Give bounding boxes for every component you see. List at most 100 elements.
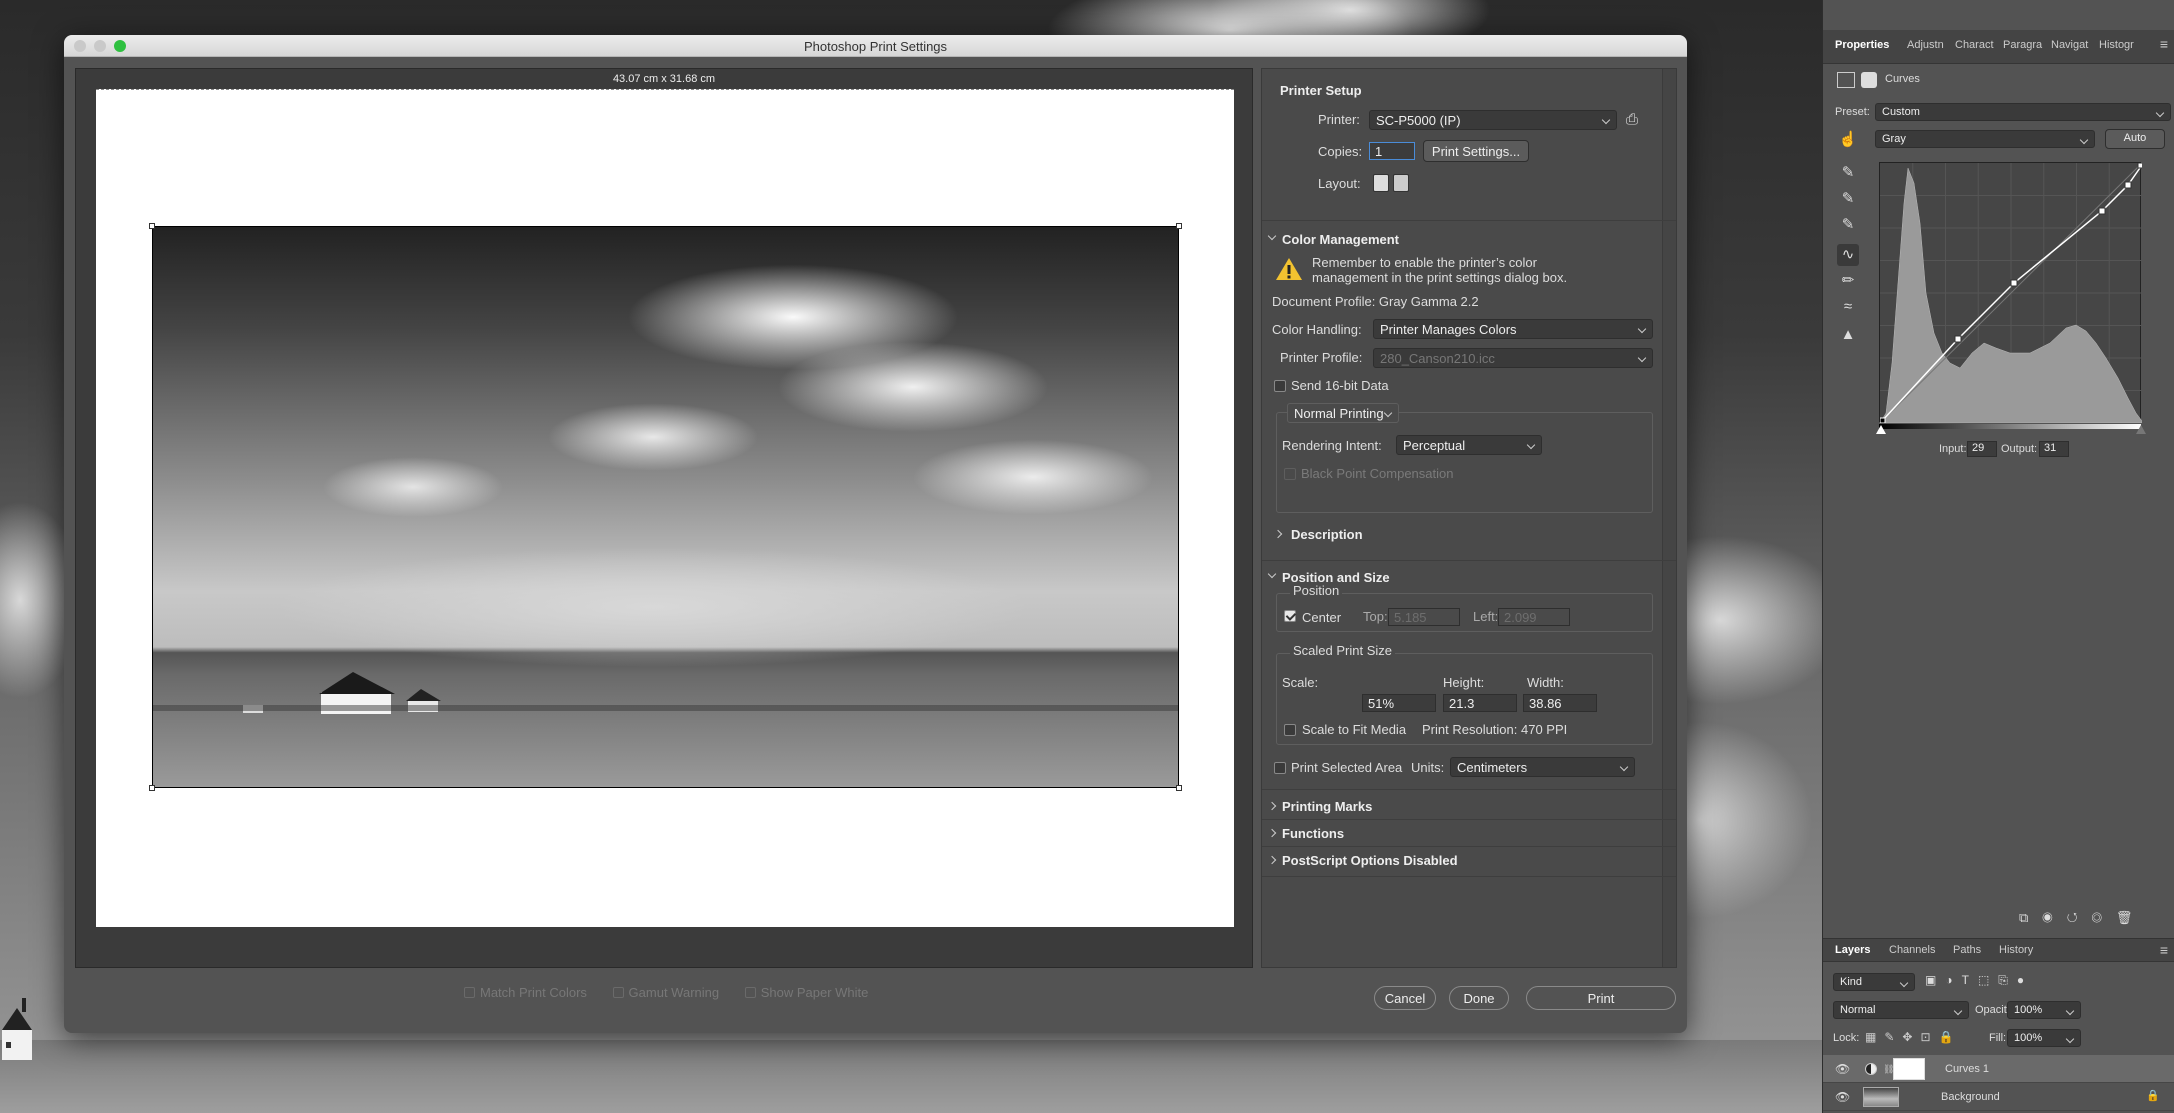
tab-character[interactable]: Charact [1955,39,1994,51]
panel-menu-icon[interactable]: ≡ [2160,36,2168,52]
visibility-icon[interactable]: ◎ [2092,910,2116,925]
clip-to-layer-icon[interactable]: ⧉ [2019,910,2042,925]
layer-visibility-eye-icon[interactable]: 👁 [1835,1062,1850,1076]
filter-type-icon[interactable]: T [1962,973,1978,987]
match-print-colors-checkbox[interactable] [464,987,475,998]
functions-heading[interactable]: Functions [1282,826,1344,841]
width-field[interactable]: 38.86 [1523,694,1597,712]
height-field[interactable]: 21.3 [1443,694,1517,712]
fill-field[interactable]: 100% [2007,1029,2081,1047]
tab-channels[interactable]: Channels [1889,944,1935,956]
gray-point-eyedropper-icon[interactable]: ✎ [1837,188,1859,210]
targeted-adjustment-icon[interactable]: ☝ [1837,129,1859,151]
lock-image-icon[interactable]: ✎ [1884,1030,1902,1044]
resize-handle-top-left[interactable] [149,223,155,229]
filter-pixel-icon[interactable]: ▣ [1925,973,1945,987]
tab-navigator[interactable]: Navigat [2051,39,2088,51]
lock-transparent-icon[interactable]: ▦ [1865,1030,1884,1044]
show-paper-white-option[interactable]: Show Paper White [744,985,868,1000]
layer-thumbnail[interactable] [1863,1087,1899,1107]
landscape-layout-icon[interactable] [1393,174,1409,192]
rendering-intent-select[interactable]: Perceptual [1396,435,1542,455]
tab-properties[interactable]: Properties [1835,39,1889,51]
send-16bit-checkbox[interactable] [1274,380,1286,392]
tab-adjustments[interactable]: Adjustn [1907,39,1944,51]
chevron-down-icon[interactable] [1267,231,1277,241]
panel-menu-icon[interactable]: ≡ [2160,942,2168,958]
blend-mode-select[interactable]: Normal [1833,1001,1969,1019]
description-heading[interactable]: Description [1291,527,1363,542]
tab-paragraph[interactable]: Paragra [2003,39,2042,51]
layer-row[interactable]: 👁 Background 🔒 [1823,1083,2174,1111]
layer-row[interactable]: 👁 ⛓ Curves 1 [1823,1055,2174,1083]
preview-image[interactable] [152,226,1179,788]
postscript-options-heading[interactable]: PostScript Options Disabled [1282,853,1458,868]
add-printer-icon[interactable]: ⎙ [1626,111,1646,129]
filter-shape-icon[interactable]: ⬚ [1978,973,1998,987]
printer-select[interactable]: SC-P5000 (IP) [1369,110,1617,130]
white-point-eyedropper-icon[interactable]: ✎ [1837,214,1859,236]
curves-graph[interactable] [1879,162,2144,424]
smooth-curve-icon[interactable]: ≈ [1837,296,1859,318]
layer-mask-thumbnail[interactable] [1893,1058,1925,1080]
lock-all-icon[interactable]: 🔒 [1939,1030,1962,1044]
gamut-warning-checkbox[interactable] [612,987,624,998]
color-handling-select[interactable]: Printer Manages Colors [1373,319,1653,339]
center-checkbox[interactable] [1284,610,1296,622]
clipping-warning-icon[interactable]: ▲ [1837,324,1859,346]
curve-point-tool-icon[interactable]: ∿ [1837,244,1859,266]
channel-select[interactable]: Gray [1875,130,2095,148]
output-field[interactable]: 31 [2039,441,2069,457]
opacity-field[interactable]: 100% [2007,1001,2081,1019]
print-selected-area-checkbox[interactable] [1274,762,1286,774]
portrait-layout-icon[interactable] [1373,174,1389,192]
layer-filter-select[interactable]: Kind [1833,973,1915,991]
scale-to-fit-checkbox[interactable] [1284,724,1296,736]
chevron-right-icon[interactable] [1267,828,1277,838]
units-select[interactable]: Centimeters [1450,757,1635,777]
layer-name[interactable]: Curves 1 [1945,1063,1989,1075]
filter-toggle-icon[interactable]: ● [2017,973,2033,987]
chevron-right-icon[interactable] [1273,529,1283,539]
preset-select[interactable]: Custom [1875,103,2171,121]
view-previous-icon[interactable]: ◉ [2042,910,2066,925]
scale-field[interactable]: 51% [1362,694,1436,712]
chevron-right-icon[interactable] [1267,855,1277,865]
print-button[interactable]: Print [1526,986,1676,1010]
show-paper-white-checkbox[interactable] [744,987,756,998]
lock-artboard-icon[interactable]: ⊡ [1920,1030,1938,1044]
filter-adjustment-icon[interactable]: ◑ [1945,973,1961,987]
copies-field[interactable]: 1 [1369,142,1415,160]
pencil-draw-icon[interactable]: ✏ [1837,270,1859,292]
lock-position-icon[interactable]: ✥ [1902,1030,1920,1044]
done-button[interactable]: Done [1449,986,1509,1010]
normal-printing-select[interactable]: Normal Printing [1287,403,1399,423]
chevron-right-icon[interactable] [1267,801,1277,811]
gamut-warning-option[interactable]: Gamut Warning [612,985,719,1000]
layer-name[interactable]: Background [1941,1091,2000,1103]
tab-histogram[interactable]: Histogr [2099,39,2134,51]
input-field[interactable]: 29 [1967,441,1997,457]
auto-button[interactable]: Auto [2105,129,2165,149]
resize-handle-bottom-left[interactable] [149,785,155,791]
resize-handle-top-right[interactable] [1176,223,1182,229]
tab-layers[interactable]: Layers [1835,944,1870,956]
reset-icon[interactable]: ↺ [2067,910,2092,925]
black-point-eyedropper-icon[interactable]: ✎ [1837,162,1859,184]
settings-scrollbar[interactable] [1662,69,1676,967]
black-point-slider-handle[interactable] [1876,425,1886,434]
white-point-slider-handle[interactable] [2136,425,2146,434]
delete-icon[interactable]: 🗑 [2116,910,2147,925]
tab-paths[interactable]: Paths [1953,944,1981,956]
printing-marks-heading[interactable]: Printing Marks [1282,799,1372,814]
color-management-heading[interactable]: Color Management [1282,232,1399,247]
match-print-colors-option[interactable]: Match Print Colors [464,985,587,1000]
filter-smart-object-icon[interactable]: ⎘ [1998,973,2017,987]
chain-link-icon[interactable]: ⛓ [1883,1064,1894,1074]
print-settings-button[interactable]: Print Settings... [1423,140,1529,162]
chevron-down-icon[interactable] [1267,569,1277,579]
gradient-slider[interactable] [1879,424,2141,434]
tab-history[interactable]: History [1999,944,2033,956]
layer-visibility-eye-icon[interactable]: 👁 [1835,1090,1850,1104]
resize-handle-bottom-right[interactable] [1176,785,1182,791]
